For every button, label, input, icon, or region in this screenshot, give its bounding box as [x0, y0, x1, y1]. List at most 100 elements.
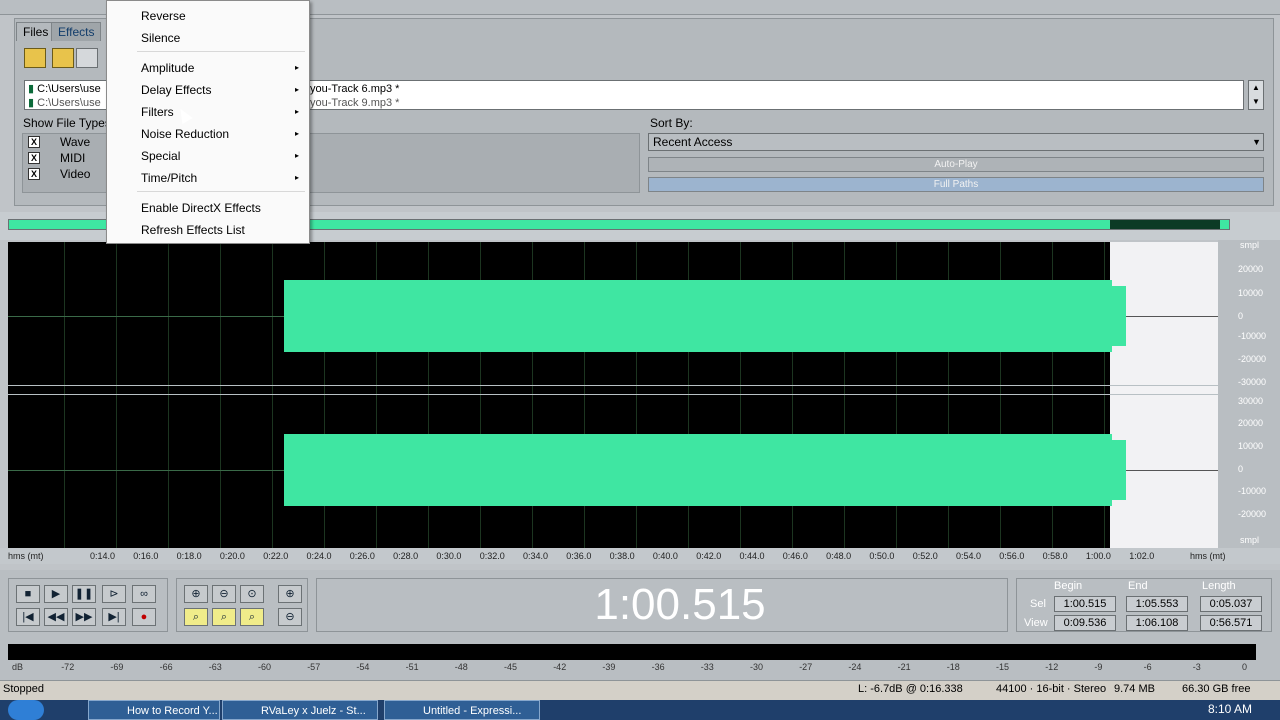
go-to-end-button[interactable]: ▶|	[102, 608, 126, 626]
meter-tick-label: -33	[700, 662, 714, 672]
loop-button[interactable]: ∞	[132, 585, 156, 603]
stop-button[interactable]: ■	[16, 585, 40, 603]
file-row-name[interactable]: you-Track 6.mp3 *	[310, 82, 399, 96]
rewind-button[interactable]: ◀◀	[44, 608, 68, 626]
zoom-out-icon[interactable]: ⊖	[212, 585, 236, 603]
auto-play-toggle[interactable]: Auto-Play	[648, 157, 1264, 172]
menu-item-silence[interactable]: Silence	[107, 27, 309, 49]
y-tick: -10000	[1238, 486, 1267, 496]
menu-item-time-pitch[interactable]: Time/Pitch ▸	[107, 167, 309, 189]
y-unit-bottom: smpl	[1240, 535, 1260, 545]
x-tick-label: 0:58.0	[1042, 551, 1068, 561]
length-header: Length	[1202, 580, 1236, 592]
video-type-label: Video	[60, 167, 91, 181]
meter-tick-label: -9	[1094, 662, 1103, 672]
menu-item-enable-directx[interactable]: Enable DirectX Effects	[107, 197, 309, 219]
menu-item-delay-effects[interactable]: Delay Effects ▸	[107, 79, 309, 101]
meter-tick-label: -36	[651, 662, 665, 672]
start-button[interactable]	[8, 700, 44, 720]
file-row[interactable]: ▮ C:\Users\use	[28, 82, 101, 96]
zoom-left-icon[interactable]: ⌕	[184, 608, 208, 626]
x-unit-right: hms (mt)	[1190, 551, 1226, 561]
x-tick-label: 0:46.0	[782, 551, 808, 561]
file-row-name[interactable]: you-Track 9.mp3 *	[310, 96, 399, 110]
close-file-icon[interactable]	[52, 48, 74, 68]
meter-tick-label: -15	[996, 662, 1010, 672]
x-tick-label: 0:36.0	[566, 551, 592, 561]
selection-highlight[interactable]	[1110, 242, 1218, 548]
zoom-right-icon[interactable]: ⌕	[212, 608, 236, 626]
zoom-selection-icon[interactable]: ⌕	[240, 608, 264, 626]
submenu-arrow-icon: ▸	[294, 85, 299, 94]
menu-item-filters[interactable]: Filters ▸	[107, 101, 309, 123]
taskbar-browser[interactable]: How to Record Y...	[88, 700, 220, 720]
insert-icon[interactable]	[76, 48, 98, 68]
sel-length-field[interactable]: 0:05.037	[1200, 596, 1262, 612]
sel-label: Sel	[1030, 598, 1046, 610]
submenu-arrow-icon: ▸	[294, 173, 299, 182]
tab-effects[interactable]: Effects	[51, 22, 102, 41]
x-tick-label: 0:14.0	[90, 551, 116, 561]
overview-view-window[interactable]	[1110, 220, 1220, 229]
status-level: L: -6.7dB @ 0:16.338	[858, 683, 963, 695]
meter-tick-label: -63	[208, 662, 222, 672]
zoom-out-vertical-icon[interactable]: ⊖	[278, 608, 302, 626]
submenu-arrow-icon: ▸	[294, 107, 299, 116]
meter-tick-label: dB	[12, 662, 24, 672]
sort-by-select[interactable]: Recent Access ▼	[648, 133, 1264, 151]
file-list-scrollbar[interactable]: ▲ ▼	[1248, 80, 1264, 110]
sel-begin-field[interactable]: 1:00.515	[1054, 596, 1116, 612]
effects-context-menu: Reverse Silence Amplitude ▸ Delay Effects…	[106, 0, 310, 244]
y-tick: 10000	[1238, 288, 1264, 298]
wave-checkbox[interactable]: X	[28, 136, 40, 148]
zoom-in-icon[interactable]: ⊕	[184, 585, 208, 603]
x-unit-left: hms (mt)	[8, 551, 44, 561]
meter-tick-label: -6	[1143, 662, 1152, 672]
meter-tick-label: -21	[897, 662, 911, 672]
menu-item-refresh-effects[interactable]: Refresh Effects List	[107, 219, 309, 241]
record-button[interactable]: ●	[132, 608, 156, 626]
x-tick-label: 0:56.0	[999, 551, 1025, 561]
meter-tick-label: -72	[61, 662, 75, 672]
taskbar-player[interactable]: RVaLey x Juelz - St...	[222, 700, 378, 720]
full-paths-toggle[interactable]: Full Paths	[648, 177, 1264, 192]
midi-checkbox[interactable]: X	[28, 152, 40, 164]
meter-tick-label: -18	[946, 662, 960, 672]
tail-line-left	[1126, 316, 1218, 317]
meter-tick-label: -12	[1045, 662, 1059, 672]
menu-item-reverse[interactable]: Reverse	[107, 5, 309, 27]
tab-files[interactable]: Files	[16, 22, 56, 41]
meter-tick-label: -57	[307, 662, 321, 672]
y-tick: 0	[1238, 311, 1244, 321]
time-display: 1:00.515	[594, 580, 766, 629]
menu-item-noise-reduction[interactable]: Noise Reduction ▸	[107, 123, 309, 145]
status-state: Stopped	[3, 683, 44, 695]
menu-item-special[interactable]: Special ▸	[107, 145, 309, 167]
meter-tick-label: -60	[258, 662, 272, 672]
y-tick: 10000	[1238, 441, 1264, 451]
x-tick-label: 0:22.0	[263, 551, 289, 561]
sort-by-label: Sort By:	[650, 116, 693, 130]
x-tick-label: 0:32.0	[479, 551, 505, 561]
menu-item-amplitude[interactable]: Amplitude ▸	[107, 57, 309, 79]
play-button[interactable]: ▶	[44, 585, 68, 603]
file-row[interactable]: ▮ C:\Users\use	[28, 96, 101, 110]
play-to-end-button[interactable]: ⊳	[102, 585, 126, 603]
zoom-full-icon[interactable]: ⊙	[240, 585, 264, 603]
view-length-field[interactable]: 0:56.571	[1200, 615, 1262, 631]
tail-line-right	[1126, 470, 1218, 471]
pause-button[interactable]: ❚❚	[72, 585, 96, 603]
taskbar-editor[interactable]: Untitled - Expressi...	[384, 700, 540, 720]
meter-tick-label: -69	[110, 662, 124, 672]
go-to-start-button[interactable]: |◀	[16, 608, 40, 626]
fast-forward-button[interactable]: ▶▶	[72, 608, 96, 626]
video-checkbox[interactable]: X	[28, 168, 40, 180]
view-begin-field[interactable]: 0:09.536	[1054, 615, 1116, 631]
level-meter	[8, 644, 1256, 660]
x-tick-label: 0:44.0	[739, 551, 765, 561]
open-file-icon[interactable]	[24, 48, 46, 68]
sel-end-field[interactable]: 1:05.553	[1126, 596, 1188, 612]
zoom-in-vertical-icon[interactable]: ⊕	[278, 585, 302, 603]
x-tick-label: 1:02.0	[1129, 551, 1155, 561]
view-end-field[interactable]: 1:06.108	[1126, 615, 1188, 631]
